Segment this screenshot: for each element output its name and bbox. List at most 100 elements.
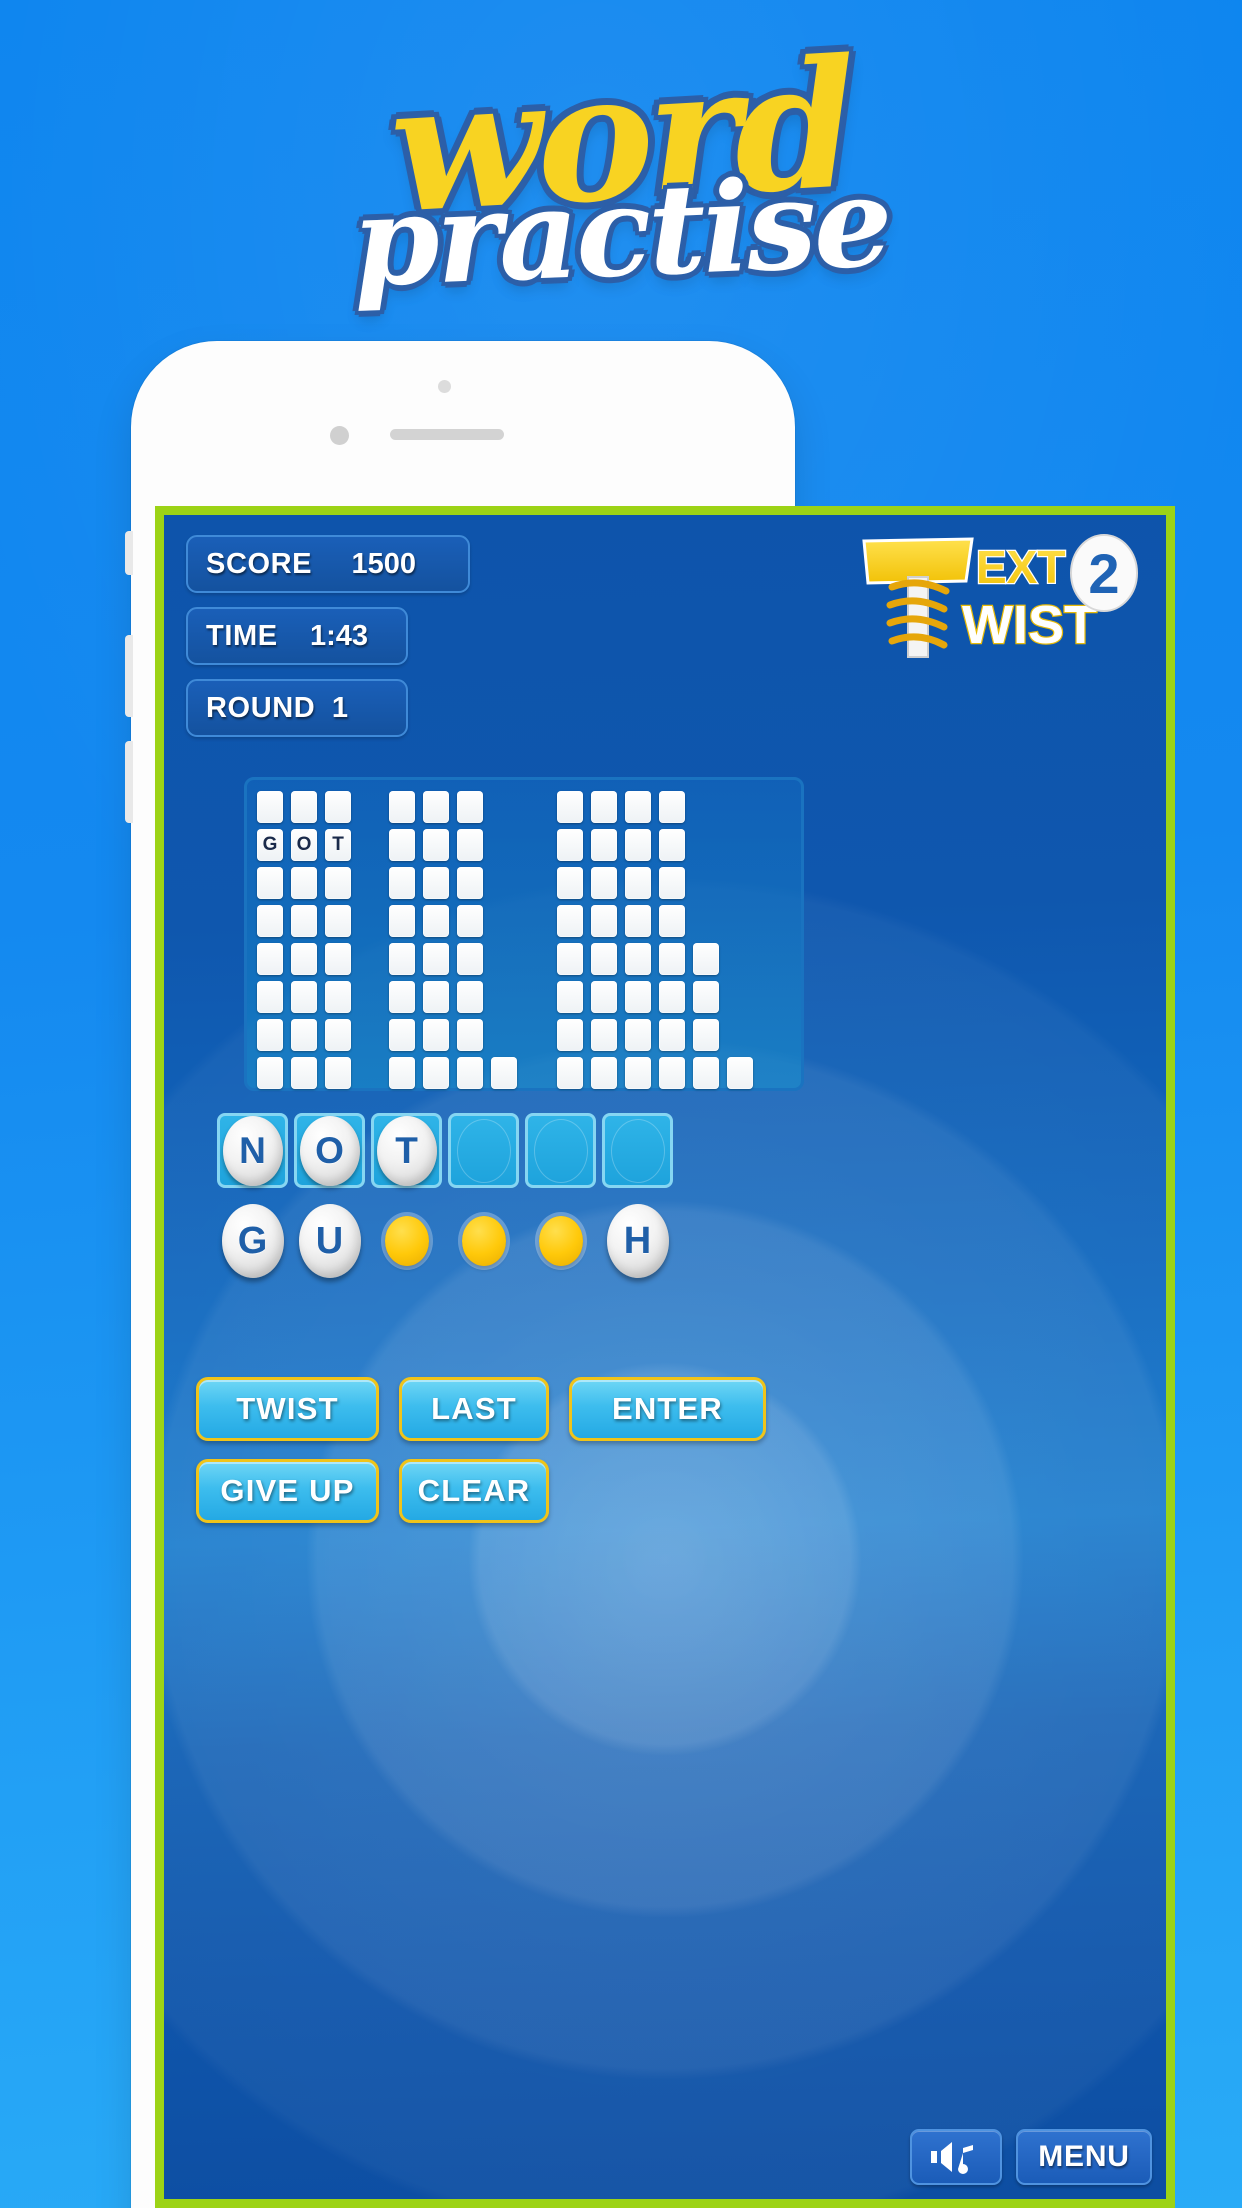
word-grid-tile-empty: [659, 829, 685, 861]
last-button[interactable]: LAST: [399, 1377, 549, 1441]
phone-silent-switch: [125, 531, 133, 575]
text-twist-2-logo: EXT WIST 2: [854, 533, 1144, 661]
svg-text:EXT: EXT: [976, 541, 1065, 593]
word-grid-tile-empty: [257, 1019, 283, 1051]
action-buttons-row-1: TWIST LAST ENTER: [196, 1377, 766, 1441]
word-grid-row: [257, 864, 791, 902]
word-grid-tile-empty: [389, 829, 415, 861]
word-grid-tile-empty: [625, 867, 651, 899]
svg-text:2: 2: [1088, 542, 1119, 605]
clear-button[interactable]: CLEAR: [399, 1459, 549, 1523]
answer-slot-filled[interactable]: T: [371, 1113, 442, 1188]
answer-letter-ball: N: [222, 1115, 283, 1186]
word-grid-tile-empty: [457, 791, 483, 823]
word-grid-group: [257, 981, 389, 1013]
word-grid-group: [257, 905, 389, 937]
stat-time: TIME 1:43: [186, 607, 408, 665]
answer-slot-filled[interactable]: N: [217, 1113, 288, 1188]
word-grid-group: [557, 1057, 789, 1089]
rack-cell[interactable]: [448, 1201, 519, 1281]
word-grid-tile-empty: [457, 1057, 483, 1089]
stat-score-label: SCORE: [206, 547, 313, 580]
twist-button[interactable]: TWIST: [196, 1377, 379, 1441]
word-grid-tile-empty: [625, 943, 651, 975]
word-grid-tile-empty: [423, 1019, 449, 1051]
word-grid-tile-empty: [693, 1057, 719, 1089]
answer-slot-empty[interactable]: [602, 1113, 673, 1188]
answer-slot-filled[interactable]: O: [294, 1113, 365, 1188]
rack-cell[interactable]: [525, 1201, 596, 1281]
word-grid-tile-empty: [693, 981, 719, 1013]
letter-rack[interactable]: GU H: [217, 1201, 673, 1281]
word-grid-tile-filled: O: [291, 829, 317, 861]
text-twist-2-logo-icon: EXT WIST 2: [862, 534, 1138, 658]
word-grid-tile-empty: [325, 1057, 351, 1089]
word-grid-tile-empty: [389, 791, 415, 823]
word-grid-tile-empty: [659, 905, 685, 937]
word-grid-tile-empty: [325, 943, 351, 975]
word-grid-tile-empty: [423, 981, 449, 1013]
word-grid-group: [389, 1019, 557, 1051]
answer-slot-empty[interactable]: [525, 1113, 596, 1188]
word-grid-tile-empty: [325, 905, 351, 937]
rack-cell[interactable]: G: [217, 1201, 288, 1281]
stat-score: SCORE 1500: [186, 535, 470, 593]
word-grid-tile-empty: [591, 1019, 617, 1051]
word-grid-tile-empty: [291, 791, 317, 823]
word-grid-group: [557, 1019, 789, 1051]
rack-cell[interactable]: [371, 1201, 442, 1281]
word-grid-tile-empty: [457, 905, 483, 937]
word-grid-tile-empty: [625, 829, 651, 861]
word-grid-tile-empty: [457, 829, 483, 861]
word-grid-group: [257, 943, 389, 975]
answer-slot-row[interactable]: NOT: [217, 1113, 673, 1188]
sound-button[interactable]: [910, 2129, 1002, 2185]
word-grid-tile-empty: [727, 1057, 753, 1089]
word-grid-tile-empty: [591, 829, 617, 861]
word-grid-tile-empty: [325, 1019, 351, 1051]
word-grid-tile-empty: [659, 1057, 685, 1089]
word-grid-tile-empty: [291, 1019, 317, 1051]
word-grid-tile-empty: [423, 867, 449, 899]
menu-button[interactable]: MENU: [1016, 2129, 1152, 2185]
word-grid-tile-empty: [659, 943, 685, 975]
phone-camera-icon: [330, 426, 349, 445]
answer-letter-ball: T: [376, 1115, 437, 1186]
word-grid-group: [257, 1019, 389, 1051]
game-screen: SCORE 1500 TIME 1:43 ROUND 1 EXT WIST 2 …: [155, 506, 1175, 2208]
stat-round-label: ROUND: [206, 691, 316, 724]
phone-volume-down-button: [125, 741, 133, 823]
word-grid-tile-empty: [625, 981, 651, 1013]
game-background: [164, 515, 1166, 2199]
word-grid-tile-empty: [291, 905, 317, 937]
word-grid-tile-empty: [389, 981, 415, 1013]
word-grid-tile-empty: [389, 1057, 415, 1089]
word-grid-tile-empty: [423, 829, 449, 861]
word-grid-tile-empty: [389, 1019, 415, 1051]
word-grid-tile-empty: [625, 791, 651, 823]
word-grid-tile-empty: [591, 791, 617, 823]
word-grid-tile-empty: [557, 943, 583, 975]
svg-text:WIST: WIST: [962, 595, 1097, 655]
rack-used-dot: [461, 1216, 506, 1266]
word-grid-group: GOT: [257, 829, 389, 861]
word-grid-tile-empty: [557, 829, 583, 861]
give-up-button[interactable]: GIVE UP: [196, 1459, 379, 1523]
rack-cell[interactable]: H: [602, 1201, 673, 1281]
word-grid-tile-empty: [325, 867, 351, 899]
answer-slot-empty[interactable]: [448, 1113, 519, 1188]
word-grid-row: [257, 902, 791, 940]
enter-button[interactable]: ENTER: [569, 1377, 766, 1441]
word-grid-tile-empty: [423, 943, 449, 975]
word-grid-tile-empty: [257, 943, 283, 975]
stat-round-value: 1: [331, 691, 348, 724]
rack-letter-ball: H: [606, 1204, 669, 1278]
word-grid-row: [257, 788, 791, 826]
word-grid-row: [257, 940, 791, 978]
word-grid-group: [389, 943, 557, 975]
word-grid-tile-empty: [291, 981, 317, 1013]
rack-cell[interactable]: U: [294, 1201, 365, 1281]
word-grid-row: [257, 1054, 791, 1092]
word-grid-tile-empty: [389, 943, 415, 975]
stat-time-value: 1:43: [309, 619, 368, 652]
